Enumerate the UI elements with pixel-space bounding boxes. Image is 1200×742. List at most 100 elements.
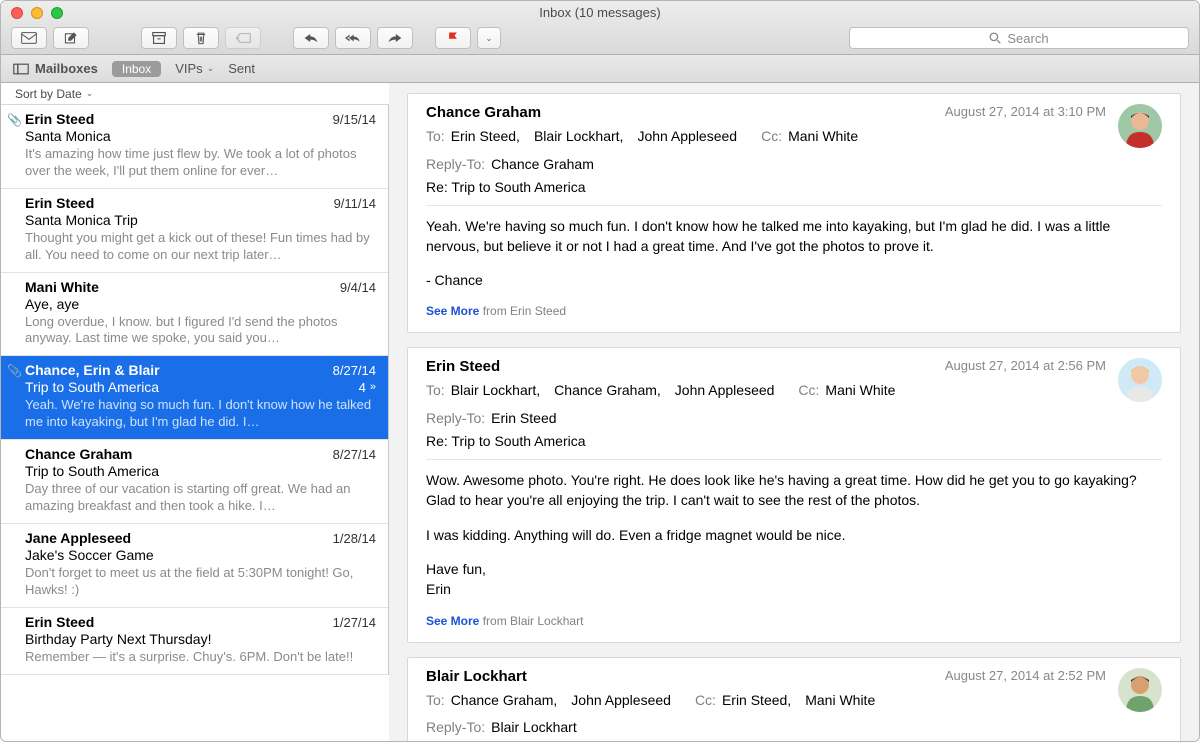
message-subject: Aye, aye	[25, 296, 79, 312]
message-from: Mani White	[25, 279, 99, 295]
reply-to-label: Reply-To:	[426, 156, 485, 172]
compose-button[interactable]	[53, 27, 89, 49]
message-date: 9/15/14	[325, 112, 376, 127]
message-row[interactable]: 📎Chance, Erin & Blair 8/27/14 Trip to Sout…	[1, 356, 388, 440]
message-preview: Long overdue, I know. but I figured I'd …	[25, 314, 376, 348]
archive-button[interactable]	[141, 27, 177, 49]
body-paragraph: - Chance	[426, 270, 1162, 290]
message-date: 9/11/14	[326, 196, 376, 211]
window-close-button[interactable]	[11, 7, 23, 19]
message-from: Chance, Erin & Blair	[25, 362, 160, 378]
card-date: August 27, 2014 at 2:52 PM	[945, 668, 1106, 683]
body-paragraph: Have fun,Erin	[426, 559, 1162, 600]
favorites-bar: Mailboxes Inbox VIPs⌄ Sent	[1, 55, 1199, 83]
message-subject: Santa Monica Trip	[25, 212, 138, 228]
message-from: Chance Graham	[25, 446, 132, 462]
card-from: Erin Steed	[426, 358, 500, 375]
recipient: John Appleseed	[675, 382, 775, 398]
see-more-link[interactable]: See More from Erin Steed	[426, 304, 1162, 318]
message-row[interactable]: Mani White 9/4/14 Aye, aye Long overdue, I …	[1, 273, 388, 357]
chevron-down-icon: ⌄	[86, 88, 94, 99]
card-subject: Re: Trip to South America	[426, 433, 1162, 449]
reply-to-name: Chance Graham	[491, 156, 594, 172]
body-paragraph: Yeah. We're having so much fun. I don't …	[426, 216, 1162, 257]
message-from: Erin Steed	[25, 195, 94, 211]
search-field[interactable]: Search	[849, 27, 1189, 49]
mailboxes-button[interactable]: Mailboxes	[13, 61, 98, 76]
card-from: Blair Lockhart	[426, 668, 527, 685]
see-more-link[interactable]: See More from Blair Lockhart	[426, 614, 1162, 628]
message-row[interactable]: Erin Steed1/27/14Birthday Party Next Thu…	[1, 608, 388, 675]
message-date: 8/27/14	[325, 363, 376, 378]
window-minimize-button[interactable]	[31, 7, 43, 19]
message-subject: Trip to South America	[25, 379, 159, 395]
recipient: Erin Steed,	[451, 128, 520, 144]
message-preview: It's amazing how time just flew by. We t…	[25, 146, 376, 180]
cc-recipient: Mani White	[788, 128, 858, 144]
fav-sent[interactable]: Sent	[228, 61, 255, 76]
recipient: Chance Graham,	[554, 382, 661, 398]
search-icon	[989, 32, 1001, 44]
message-row[interactable]: Erin Steed 9/11/14 Santa Monica Trip Though…	[1, 189, 388, 273]
toolbar: ⌄ Search	[1, 23, 1199, 54]
sort-bar[interactable]: Sort by Date ⌄	[1, 83, 389, 105]
junk-button[interactable]	[225, 27, 261, 49]
flag-menu-button[interactable]: ⌄	[477, 27, 501, 49]
reply-all-button[interactable]	[335, 27, 371, 49]
message-card: Blair Lockhart August 27, 2014 at 2:52 PM…	[407, 657, 1181, 741]
attachment-icon: 📎	[7, 113, 22, 127]
message-preview: Day three of our vacation is starting of…	[25, 481, 376, 515]
attachment-icon: 📎	[7, 364, 22, 378]
message-preview: Remember — it's a surprise. Chuy's. 6PM.…	[25, 649, 376, 666]
message-preview: Don't forget to meet us at the field at …	[25, 565, 376, 599]
chevron-down-icon: ⌄	[207, 63, 215, 74]
message-date: 8/27/14	[325, 447, 376, 462]
avatar	[1118, 668, 1162, 712]
message-subject: Birthday Party Next Thursday!	[25, 631, 211, 647]
window-title: Inbox (10 messages)	[1, 1, 1199, 23]
message-subject: Trip to South America	[25, 463, 159, 479]
message-card: Erin Steed August 27, 2014 at 2:56 PM To: B…	[407, 347, 1181, 642]
fav-inbox[interactable]: Inbox	[112, 61, 161, 77]
search-placeholder: Search	[1007, 31, 1048, 46]
reply-to-name: Erin Steed	[491, 410, 556, 426]
card-date: August 27, 2014 at 2:56 PM	[945, 358, 1106, 373]
message-date: 1/28/14	[325, 531, 376, 546]
reply-to-name: Blair Lockhart	[491, 719, 577, 735]
message-subject: Jake's Soccer Game	[25, 547, 154, 563]
fav-vips[interactable]: VIPs⌄	[175, 61, 214, 76]
window-zoom-button[interactable]	[51, 7, 63, 19]
reply-to-label: Reply-To:	[426, 410, 485, 426]
cc-label: Cc:	[695, 692, 716, 708]
cc-recipient: Erin Steed,	[722, 692, 791, 708]
forward-button[interactable]	[377, 27, 413, 49]
card-date: August 27, 2014 at 3:10 PM	[945, 104, 1106, 119]
card-from: Chance Graham	[426, 104, 541, 121]
recipient: John Appleseed	[637, 128, 737, 144]
message-date: 1/27/14	[325, 615, 376, 630]
to-label: To:	[426, 692, 445, 708]
cc-recipient: Mani White	[805, 692, 875, 708]
flag-button[interactable]	[435, 27, 471, 49]
message-subject: Santa Monica	[25, 128, 111, 144]
message-date: 9/4/14	[332, 280, 376, 295]
message-preview: Yeah. We're having so much fun. I don't …	[25, 397, 376, 431]
reply-button[interactable]	[293, 27, 329, 49]
message-from: Erin Steed	[25, 111, 94, 127]
titlebar: Inbox (10 messages) ⌄	[1, 1, 1199, 55]
cc-recipient: Mani White	[825, 382, 895, 398]
recipient: Blair Lockhart,	[451, 382, 540, 398]
message-preview: Thought you might get a kick out of thes…	[25, 230, 376, 264]
to-label: To:	[426, 382, 445, 398]
message-row[interactable]: Chance Graham 8/27/14 Trip to South Americ…	[1, 440, 388, 524]
body-paragraph: I was kidding. Anything will do. Even a …	[426, 525, 1162, 545]
message-from: Jane Appleseed	[25, 530, 131, 546]
recipient: Blair Lockhart,	[534, 128, 623, 144]
get-mail-button[interactable]	[11, 27, 47, 49]
mailboxes-icon	[13, 63, 29, 75]
message-row[interactable]: 📎Erin Steed 9/15/14 Santa Monica It's amazi…	[1, 105, 388, 189]
message-row[interactable]: Jane Appleseed 1/28/14 Jake's Soccer Game D…	[1, 524, 388, 608]
avatar	[1118, 104, 1162, 148]
delete-button[interactable]	[183, 27, 219, 49]
reply-to-label: Reply-To:	[426, 719, 485, 735]
